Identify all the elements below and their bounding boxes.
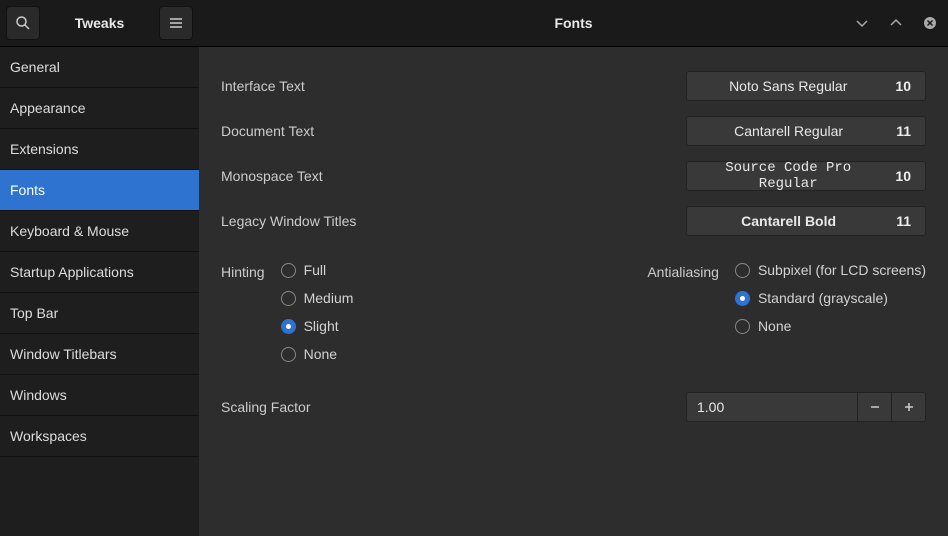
radio-section: Hinting Full Medium Slight None Antialiasin… — [221, 262, 926, 362]
font-chooser-button[interactable]: Cantarell Bold 11 — [686, 206, 926, 236]
font-chooser-button[interactable]: Source Code Pro Regular 10 — [686, 161, 926, 191]
maximize-button[interactable] — [888, 15, 904, 31]
minus-icon — [869, 401, 881, 413]
scaling-value[interactable]: 1.00 — [687, 393, 857, 421]
font-size: 11 — [896, 213, 911, 229]
hinting-label: Hinting — [221, 262, 265, 280]
titlebar-right: Fonts — [199, 0, 948, 46]
page-title: Fonts — [554, 15, 592, 31]
hamburger-icon — [168, 15, 184, 31]
hinting-column: Hinting Full Medium Slight None — [221, 262, 353, 362]
font-size: 10 — [895, 168, 911, 184]
plus-icon — [903, 401, 915, 413]
radio-icon — [735, 263, 750, 278]
search-icon — [15, 15, 31, 31]
antialiasing-option[interactable]: Subpixel (for LCD screens) — [735, 262, 926, 278]
font-row: Legacy Window Titles Cantarell Bold 11 — [221, 206, 926, 236]
sidebar-item-startup-applications[interactable]: Startup Applications — [0, 252, 199, 293]
antialiasing-group: Subpixel (for LCD screens) Standard (gray… — [735, 262, 926, 334]
font-name: Noto Sans Regular — [701, 78, 875, 94]
radio-label: None — [304, 346, 337, 362]
scaling-row: Scaling Factor 1.00 — [221, 392, 926, 422]
hinting-option[interactable]: Slight — [281, 318, 354, 334]
font-size: 11 — [896, 123, 911, 139]
window-controls — [854, 15, 938, 31]
hinting-group: Full Medium Slight None — [281, 262, 354, 362]
radio-icon — [735, 291, 750, 306]
titlebar: Tweaks Fonts — [0, 0, 948, 47]
font-row-label: Document Text — [221, 123, 686, 139]
scaling-label: Scaling Factor — [221, 399, 686, 415]
menu-button[interactable] — [159, 6, 193, 40]
font-name: Cantarell Regular — [701, 123, 876, 139]
font-row-label: Monospace Text — [221, 168, 686, 184]
font-row: Document Text Cantarell Regular 11 — [221, 116, 926, 146]
scaling-increment[interactable] — [891, 393, 925, 421]
search-button[interactable] — [6, 6, 40, 40]
radio-label: None — [758, 318, 791, 334]
radio-label: Subpixel (for LCD screens) — [758, 262, 926, 278]
hinting-option[interactable]: Full — [281, 262, 354, 278]
sidebar-item-top-bar[interactable]: Top Bar — [0, 293, 199, 334]
hinting-option[interactable]: None — [281, 346, 354, 362]
sidebar: GeneralAppearanceExtensionsFontsKeyboard… — [0, 47, 199, 536]
radio-label: Standard (grayscale) — [758, 290, 888, 306]
radio-icon — [735, 319, 750, 334]
sidebar-item-windows[interactable]: Windows — [0, 375, 199, 416]
main-content: Interface Text Noto Sans Regular 10 Documen… — [199, 47, 948, 536]
font-size: 10 — [895, 78, 911, 94]
font-chooser-button[interactable]: Noto Sans Regular 10 — [686, 71, 926, 101]
antialiasing-option[interactable]: None — [735, 318, 926, 334]
sidebar-item-appearance[interactable]: Appearance — [0, 88, 199, 129]
sidebar-item-extensions[interactable]: Extensions — [0, 129, 199, 170]
font-row: Monospace Text Source Code Pro Regular 10 — [221, 161, 926, 191]
sidebar-item-workspaces[interactable]: Workspaces — [0, 416, 199, 457]
sidebar-item-keyboard-mouse[interactable]: Keyboard & Mouse — [0, 211, 199, 252]
close-button[interactable] — [922, 15, 938, 31]
font-name: Source Code Pro Regular — [701, 160, 875, 192]
close-icon — [923, 16, 937, 30]
font-row-label: Legacy Window Titles — [221, 213, 686, 229]
sidebar-item-fonts[interactable]: Fonts — [0, 170, 199, 211]
radio-label: Slight — [304, 318, 339, 334]
antialiasing-column: Antialiasing Subpixel (for LCD screens)S… — [647, 262, 926, 362]
scaling-spinner: 1.00 — [686, 392, 926, 422]
titlebar-left: Tweaks — [0, 0, 199, 46]
font-row: Interface Text Noto Sans Regular 10 — [221, 71, 926, 101]
body: GeneralAppearanceExtensionsFontsKeyboard… — [0, 47, 948, 536]
sidebar-item-window-titlebars[interactable]: Window Titlebars — [0, 334, 199, 375]
scaling-decrement[interactable] — [857, 393, 891, 421]
radio-label: Full — [304, 262, 327, 278]
antialiasing-label: Antialiasing — [647, 262, 719, 280]
radio-icon — [281, 319, 296, 334]
app-title: Tweaks — [40, 15, 159, 31]
antialiasing-option[interactable]: Standard (grayscale) — [735, 290, 926, 306]
radio-icon — [281, 263, 296, 278]
font-chooser-button[interactable]: Cantarell Regular 11 — [686, 116, 926, 146]
chevron-up-icon — [889, 16, 903, 30]
chevron-down-icon — [855, 16, 869, 30]
radio-icon — [281, 347, 296, 362]
sidebar-item-general[interactable]: General — [0, 47, 199, 88]
font-name: Cantarell Bold — [701, 213, 876, 229]
radio-icon — [281, 291, 296, 306]
radio-label: Medium — [304, 290, 354, 306]
minimize-button[interactable] — [854, 15, 870, 31]
font-row-label: Interface Text — [221, 78, 686, 94]
hinting-option[interactable]: Medium — [281, 290, 354, 306]
